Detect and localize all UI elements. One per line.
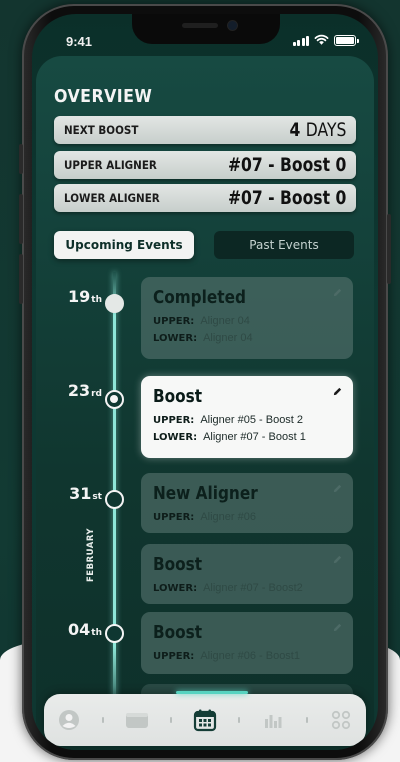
nav-active-indicator (176, 691, 248, 694)
edit-icon[interactable] (332, 386, 343, 397)
detail-value: Aligner #06 - Boost1 (200, 650, 300, 662)
date-23rd: 23rd (62, 381, 102, 400)
date-19th: 19th (62, 287, 102, 306)
nav-separator (102, 717, 104, 723)
detail-key: UPPER: (153, 512, 195, 523)
nav-separator (238, 717, 240, 723)
event-title: Boost (153, 622, 203, 643)
event-title: Boost (153, 386, 203, 407)
event-card-completed[interactable]: Completed UPPER: Aligner 04 LOWER: Aligner… (141, 277, 353, 359)
upper-aligner-value: #07 - Boost 0 (227, 154, 346, 176)
upper-aligner-label: UPPER ALIGNER (64, 158, 157, 172)
lower-aligner-row: LOWER ALIGNER #07 - Boost 0 (54, 184, 356, 212)
next-boost-number: 4 (289, 119, 300, 141)
event-title: New Aligner (153, 483, 258, 504)
detail-value: Aligner #06 (200, 511, 256, 523)
detail-key: UPPER: (153, 316, 195, 327)
phone-screen: OVERVIEW NEXT BOOST 4 DAYS UPPER ALIGNER… (32, 14, 378, 750)
event-card-new-aligner[interactable]: New Aligner UPPER: Aligner #06 (141, 473, 353, 533)
detail-key: UPPER: (153, 651, 195, 662)
timeline-node-current (105, 390, 124, 409)
detail-value: Aligner #07 - Boost2 (203, 582, 303, 594)
date-suffix: th (91, 295, 102, 305)
earpiece-speaker (182, 23, 218, 28)
edit-icon[interactable] (332, 554, 343, 565)
next-boost-value: 4 DAYS (289, 119, 346, 141)
nav-separator (306, 717, 308, 723)
overview-title: OVERVIEW (54, 86, 153, 107)
profile-icon[interactable] (52, 703, 86, 737)
timeline-node (105, 490, 124, 509)
timeline-node (105, 624, 124, 643)
apps-icon[interactable] (324, 703, 358, 737)
tab-past-events[interactable]: Past Events (214, 231, 354, 259)
event-detail: LOWER: Aligner 04 (153, 332, 341, 344)
volume-down-button (19, 254, 23, 304)
detail-key: UPPER: (153, 415, 195, 426)
event-card-boost-active[interactable]: Boost UPPER: Aligner #05 - Boost 2 LOWER:… (141, 376, 353, 458)
next-boost-unit: DAYS (305, 119, 346, 141)
detail-key: LOWER: (153, 583, 198, 594)
event-detail: UPPER: Aligner 04 (153, 315, 341, 327)
detail-key: LOWER: (153, 333, 198, 344)
overview-card: OVERVIEW NEXT BOOST 4 DAYS UPPER ALIGNER… (36, 56, 374, 750)
power-button (387, 214, 391, 284)
event-detail: LOWER: Aligner #07 - Boost2 (153, 582, 341, 594)
detail-value: Aligner #05 - Boost 2 (200, 414, 304, 426)
event-title: Boost (153, 554, 203, 575)
date-04th: 04th (62, 620, 102, 639)
date-suffix: rd (91, 389, 102, 399)
date-suffix: st (92, 492, 102, 502)
status-icons (292, 34, 359, 46)
event-card-boost-upper[interactable]: Boost UPPER: Aligner #06 - Boost1 (141, 612, 353, 674)
detail-key: LOWER: (153, 432, 198, 443)
wallet-icon[interactable] (120, 703, 154, 737)
calendar-icon[interactable] (188, 703, 222, 737)
edit-icon[interactable] (332, 483, 343, 494)
wifi-icon (314, 34, 329, 45)
chart-icon[interactable] (256, 703, 290, 737)
event-detail: LOWER: Aligner #07 - Boost 1 (153, 431, 341, 443)
nav-separator (170, 717, 172, 723)
event-detail: UPPER: Aligner #06 (153, 511, 341, 523)
upper-aligner-row: UPPER ALIGNER #07 - Boost 0 (54, 151, 356, 179)
timeline-node-completed (105, 294, 124, 313)
event-card-boost-lower[interactable]: Boost LOWER: Aligner #07 - Boost2 (141, 544, 353, 604)
tab-upcoming-events[interactable]: Upcoming Events (54, 231, 194, 259)
date-31st: 31st (62, 484, 102, 503)
edit-icon[interactable] (332, 287, 343, 298)
volume-up-button (19, 194, 23, 244)
detail-value: Aligner #07 - Boost 1 (203, 431, 306, 443)
date-day: 04 (68, 620, 91, 639)
month-label: FEBRUARY (86, 527, 96, 582)
battery-icon (334, 34, 359, 46)
event-title: Completed (153, 287, 246, 308)
signal-icon (292, 35, 309, 46)
phone-notch (132, 14, 280, 44)
next-boost-row: NEXT BOOST 4 DAYS (54, 116, 356, 144)
next-boost-label: NEXT BOOST (64, 123, 139, 137)
lower-aligner-value: #07 - Boost 0 (227, 187, 346, 209)
status-time: 9:41 (66, 34, 93, 49)
detail-value: Aligner 04 (203, 332, 253, 344)
mute-switch (19, 144, 23, 174)
edit-icon[interactable] (332, 622, 343, 633)
date-suffix: th (91, 628, 102, 638)
date-day: 23 (67, 381, 91, 400)
front-camera (228, 21, 237, 30)
detail-value: Aligner 04 (200, 315, 250, 327)
event-detail: UPPER: Aligner #06 - Boost1 (153, 650, 341, 662)
date-day: 19 (68, 287, 91, 306)
bottom-nav (44, 691, 366, 746)
lower-aligner-label: LOWER ALIGNER (64, 191, 160, 205)
date-day: 31 (69, 484, 92, 503)
event-detail: UPPER: Aligner #05 - Boost 2 (153, 414, 341, 426)
